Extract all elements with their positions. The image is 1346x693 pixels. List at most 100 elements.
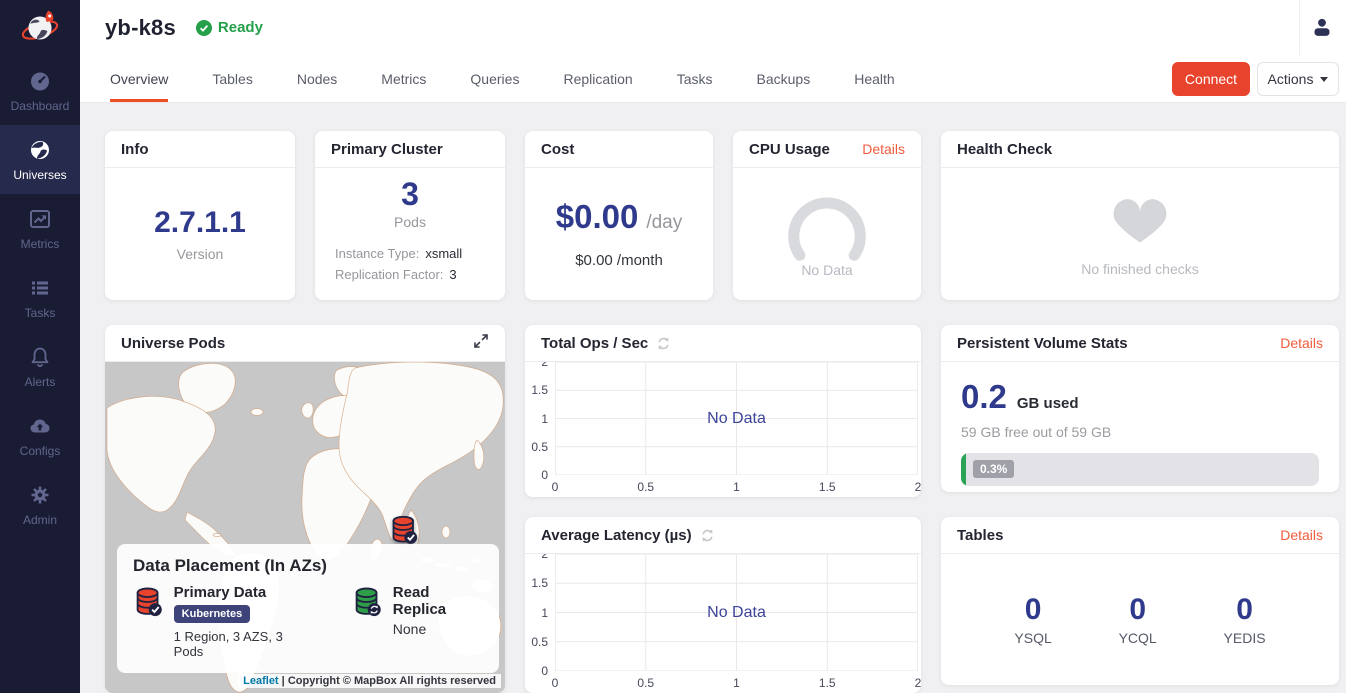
free-space-label: 59 GB free out of 59 GB <box>961 424 1319 440</box>
kubernetes-badge: Kubernetes <box>174 605 251 623</box>
right-column: Persistent Volume Stats Details 0.2 GB u… <box>941 325 1339 693</box>
title-row: yb-k8s Ready <box>80 0 1346 55</box>
refresh-icon[interactable] <box>656 336 671 351</box>
sidebar-item-admin[interactable]: Admin <box>0 470 80 539</box>
sidebar-item-label: Dashboard <box>11 99 70 113</box>
cost-per-day: $0.00 <box>556 198 639 236</box>
header-divider <box>1299 0 1300 55</box>
y-tick: 1 <box>541 412 548 426</box>
cluster-details: Instance Type:xsmall Replication Factor:… <box>315 240 505 282</box>
usage-progress-bar: 0.3% <box>961 453 1319 486</box>
sidebar-item-alerts[interactable]: Alerts <box>0 332 80 401</box>
universe-tabs: Overview Tables Nodes Metrics Queries Re… <box>80 55 1346 102</box>
cpu-details-link[interactable]: Details <box>862 141 905 157</box>
charts-column: Total Ops / Sec <box>525 325 921 693</box>
sidebar-item-label: Universes <box>13 168 66 182</box>
sidebar-item-configs[interactable]: Configs <box>0 401 80 470</box>
tables-card: Tables Details 0 YSQL 0 YCQL 0 <box>941 517 1339 685</box>
user-icon <box>1310 15 1334 39</box>
volume-details-link[interactable]: Details <box>1280 335 1323 351</box>
actions-dropdown-button[interactable]: Actions <box>1257 62 1339 96</box>
ysql-count: 0 YSQL <box>1014 593 1051 646</box>
card-title: CPU Usage <box>749 141 830 158</box>
cost-card: Cost $0.00 /day $0.00 /month <box>525 131 713 300</box>
instance-type-row: Instance Type:xsmall <box>335 246 485 261</box>
universe-header: yb-k8s Ready Overview Tables Nodes Metri… <box>80 0 1346 103</box>
cpu-usage-card: CPU Usage Details No Data <box>733 131 921 300</box>
dashboard-gauge-icon <box>28 69 52 93</box>
primary-data-legend: Primary Data Kubernetes 1 Region, 3 AZS,… <box>133 584 310 659</box>
leaflet-link[interactable]: Leaflet <box>243 675 278 687</box>
bell-icon <box>28 345 52 369</box>
gb-used-value: 0.2 <box>961 378 1007 416</box>
y-tick: 0.5 <box>531 635 548 649</box>
metrics-chart-icon <box>28 207 52 231</box>
avg-latency-chart-card: Average Latency (µs) <box>525 517 921 693</box>
arc-gauge-icon <box>775 190 879 262</box>
gear-icon <box>28 483 52 507</box>
tab-health[interactable]: Health <box>854 55 894 102</box>
cost-per-month: $0.00 /month <box>575 252 663 269</box>
version-value: 2.7.1.1 <box>154 206 246 240</box>
replication-factor-row: Replication Factor:3 <box>335 267 485 282</box>
universe-pods-card: Universe Pods <box>105 325 505 693</box>
tab-overview[interactable]: Overview <box>110 55 168 102</box>
card-title: Universe Pods <box>121 335 225 352</box>
chevron-down-icon <box>1320 77 1328 82</box>
version-label: Version <box>177 246 224 262</box>
yedis-count: 0 YEDIS <box>1224 593 1266 646</box>
x-tick: 0 <box>552 480 559 494</box>
yugabyte-logo[interactable] <box>0 0 80 56</box>
sidebar-item-tasks[interactable]: Tasks <box>0 263 80 332</box>
placement-summary: 1 Region, 3 AZS, 3 Pods <box>174 629 310 659</box>
tables-details-link[interactable]: Details <box>1280 527 1323 543</box>
sidebar: Dashboard Universes Metrics <box>0 0 80 693</box>
usage-progress-fill <box>961 453 966 486</box>
tab-metrics[interactable]: Metrics <box>381 55 426 102</box>
world-map[interactable]: Data Placement (In AZs) <box>105 362 505 693</box>
info-card: Info 2.7.1.1 Version <box>105 131 295 300</box>
card-title: Health Check <box>957 141 1052 158</box>
pods-count: 3 <box>401 178 419 210</box>
universe-overview-page: Dashboard Universes Metrics <box>0 0 1346 693</box>
tab-tables[interactable]: Tables <box>212 55 252 102</box>
sidebar-item-universes[interactable]: Universes <box>0 125 80 194</box>
no-data-label: No Data <box>707 410 766 428</box>
refresh-icon[interactable] <box>700 528 715 543</box>
sidebar-item-dashboard[interactable]: Dashboard <box>0 56 80 125</box>
map-attribution: Leaflet | Copyright © MapBox All rights … <box>238 674 501 688</box>
tab-queries[interactable]: Queries <box>470 55 519 102</box>
expand-arrows-icon[interactable] <box>473 333 489 354</box>
connect-button[interactable]: Connect <box>1172 62 1250 96</box>
check-circle-icon <box>196 20 212 36</box>
x-tick: 1.5 <box>819 676 836 690</box>
tab-backups[interactable]: Backups <box>757 55 811 102</box>
read-replica-legend: Read Replica None <box>352 584 483 659</box>
cpu-empty-label: No Data <box>801 262 852 278</box>
data-placement-panel: Data Placement (In AZs) <box>117 544 499 673</box>
cloud-upload-icon <box>28 414 52 438</box>
tab-nodes[interactable]: Nodes <box>297 55 337 102</box>
card-title: Tables <box>957 527 1003 544</box>
x-tick: 1.5 <box>819 480 836 494</box>
card-title: Primary Cluster <box>331 141 443 158</box>
overview-content: Info 2.7.1.1 Version Primary Cluster 3 P… <box>80 103 1346 693</box>
x-tick: 2 <box>915 480 921 494</box>
x-tick: 1 <box>733 676 740 690</box>
y-tick: 2 <box>541 362 548 369</box>
y-tick: 0 <box>541 468 548 482</box>
tab-replication[interactable]: Replication <box>563 55 632 102</box>
sidebar-item-label: Configs <box>20 444 61 458</box>
persistent-volume-card: Persistent Volume Stats Details 0.2 GB u… <box>941 325 1339 492</box>
x-tick: 0.5 <box>637 676 654 690</box>
status-label: Ready <box>218 19 263 36</box>
chart-title: Average Latency (µs) <box>541 527 692 544</box>
total-ops-chart-card: Total Ops / Sec <box>525 325 921 497</box>
card-title: Cost <box>541 141 574 158</box>
tab-tasks[interactable]: Tasks <box>677 55 713 102</box>
sidebar-item-metrics[interactable]: Metrics <box>0 194 80 263</box>
sidebar-item-label: Metrics <box>21 237 60 251</box>
health-check-card: Health Check No finished checks <box>941 131 1339 300</box>
x-tick: 0.5 <box>637 480 654 494</box>
user-menu-button[interactable] <box>1310 15 1334 44</box>
